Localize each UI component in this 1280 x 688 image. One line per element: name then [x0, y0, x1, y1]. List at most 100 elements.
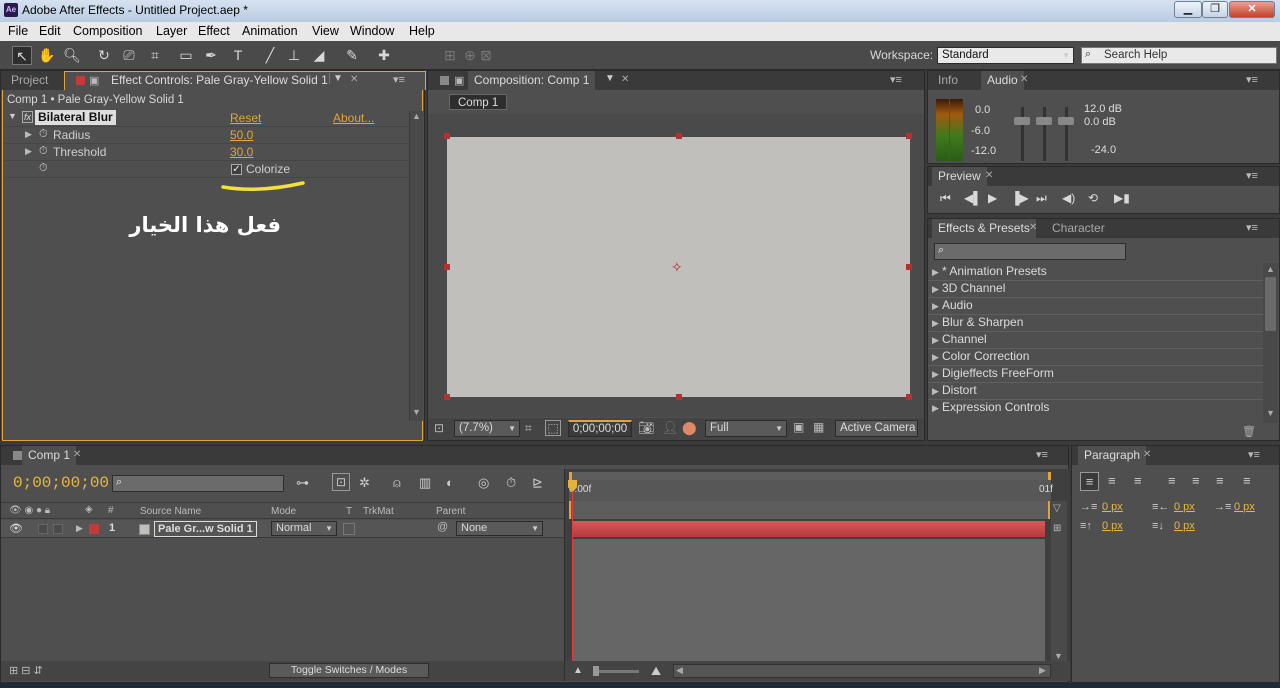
panel-menu-icon[interactable]: ▾≡: [1246, 221, 1258, 234]
close-tab-icon[interactable]: ✕: [1029, 222, 1037, 233]
scrollbar[interactable]: ▲ ▼: [409, 111, 423, 421]
panel-menu-icon[interactable]: ▾≡: [890, 73, 902, 86]
eraser-tool-icon[interactable]: ◢: [309, 46, 329, 65]
puppet-pin-tool-icon[interactable]: ✚: [374, 46, 394, 65]
menu-layer[interactable]: Layer: [156, 24, 187, 38]
layer-row[interactable]: 👁︎ ▶ 1 Pale Gr...w Solid 1 Normal @ None: [1, 520, 564, 538]
zoom-select[interactable]: (7.7%): [454, 420, 520, 437]
param-value[interactable]: 50.0: [230, 128, 253, 142]
frame-blending-icon[interactable]: ▥: [419, 475, 431, 491]
timeline-vertical-scrollbar[interactable]: ▽ ⊞ ▼: [1051, 501, 1067, 661]
pick-whip-icon[interactable]: @: [437, 521, 448, 533]
zoom-slider[interactable]: [593, 670, 639, 673]
handle-bottom[interactable]: [676, 394, 682, 400]
tab-paragraph[interactable]: Paragraph: [1078, 446, 1147, 465]
right-volume-slider[interactable]: [1058, 117, 1074, 125]
justify-left-icon[interactable]: ≡: [1168, 473, 1176, 488]
solo-switch[interactable]: [38, 524, 48, 534]
panel-menu-icon[interactable]: ▾≡: [1246, 73, 1258, 86]
menu-animation[interactable]: Animation: [242, 24, 298, 38]
tab-effect-controls[interactable]: Effect Controls: Pale Gray-Yellow Solid …: [105, 71, 334, 90]
about-link[interactable]: About...: [333, 111, 374, 125]
rectangle-tool-icon[interactable]: ▭: [176, 46, 196, 65]
master-volume-slider[interactable]: [1036, 117, 1052, 125]
blend-mode-select[interactable]: Normal: [271, 521, 337, 536]
view-lock-icon[interactable]: ▣: [89, 74, 99, 87]
layer-duration-bar[interactable]: [573, 521, 1045, 537]
panel-menu-icon[interactable]: ▾≡: [1246, 169, 1258, 182]
expand-triangle-icon[interactable]: ▶: [76, 523, 83, 534]
panel-dropdown-icon[interactable]: ▼: [329, 73, 343, 84]
axis-view-icon[interactable]: ⊠: [476, 46, 496, 65]
panel-menu-icon[interactable]: ▾≡: [393, 73, 405, 86]
type-tool-icon[interactable]: T: [228, 46, 248, 65]
brainstorm-icon[interactable]: ◎: [478, 475, 489, 491]
tab-info[interactable]: Info: [932, 71, 964, 90]
time-ruler[interactable]: 0:00f 01f: [569, 480, 1053, 501]
clone-stamp-tool-icon[interactable]: ⊥: [284, 46, 304, 65]
param-value[interactable]: 30.0: [230, 145, 253, 159]
tab-project[interactable]: Project: [5, 71, 54, 90]
close-tab-icon[interactable]: ✕: [350, 74, 358, 85]
indent-right-value[interactable]: 0 px: [1174, 501, 1195, 513]
effects-scrollbar[interactable]: ▲ ▼: [1263, 263, 1278, 423]
tab-effects-presets[interactable]: Effects & Presets: [932, 219, 1036, 238]
motion-blur-icon[interactable]: ◐: [446, 475, 454, 490]
lock-icon[interactable]: [440, 76, 449, 85]
list-item[interactable]: ▶ Digieffects FreeForm: [932, 365, 1054, 382]
stopwatch-icon[interactable]: ⏱: [39, 128, 48, 141]
region-interest-icon[interactable]: ▣: [793, 420, 804, 434]
list-item[interactable]: ▶ Audio: [932, 297, 973, 314]
space-before-value[interactable]: 0 px: [1102, 520, 1123, 532]
grid-icon[interactable]: ⌗: [525, 421, 532, 436]
lock-switch[interactable]: [53, 524, 63, 534]
align-right-icon[interactable]: ≡: [1134, 473, 1142, 488]
roto-brush-tool-icon[interactable]: ✎: [342, 46, 362, 65]
collapse-triangle-icon[interactable]: ▼: [8, 111, 17, 121]
close-tab-icon[interactable]: ✕: [1020, 74, 1028, 85]
justify-center-icon[interactable]: ≡: [1192, 473, 1200, 488]
effects-search-field[interactable]: ⌕: [934, 243, 1126, 260]
panel-menu-icon[interactable]: ▾≡: [1248, 448, 1260, 461]
handle-right[interactable]: [906, 264, 912, 270]
axis-local-icon[interactable]: ⊞: [440, 46, 460, 65]
left-volume-slider[interactable]: [1014, 117, 1030, 125]
handle-top-left[interactable]: [444, 133, 450, 139]
expand-triangle-icon[interactable]: ▶: [25, 129, 32, 140]
zoom-in-icon[interactable]: ⛰: [651, 664, 661, 679]
list-item[interactable]: ▶ Expression Controls: [932, 399, 1049, 416]
column-source-name[interactable]: Source Name: [140, 506, 201, 517]
show-snapshot-icon[interactable]: 👤︎: [662, 420, 679, 436]
close-tab-icon[interactable]: ✕: [73, 449, 81, 460]
align-left-icon[interactable]: ≡: [1080, 472, 1099, 491]
transparency-grid-icon[interactable]: ▦: [813, 420, 824, 434]
fx-badge[interactable]: fx: [22, 111, 34, 123]
handle-bottom-right[interactable]: [906, 394, 912, 400]
menu-view[interactable]: View: [312, 24, 339, 38]
resolution-select[interactable]: Full: [705, 420, 787, 437]
list-item[interactable]: ▶ Distort: [932, 382, 977, 399]
handle-top-right[interactable]: [906, 133, 912, 139]
workspace-select[interactable]: Standard: [937, 47, 1074, 64]
label-color[interactable]: [89, 524, 99, 534]
stopwatch-icon[interactable]: ⏱: [39, 145, 48, 158]
lock-icon[interactable]: [76, 76, 85, 85]
list-item[interactable]: ▶ Blur & Sharpen: [932, 314, 1023, 331]
hand-tool-icon[interactable]: ✋: [37, 46, 57, 65]
minimize-button[interactable]: ▁: [1174, 1, 1202, 18]
snapshot-icon[interactable]: 📷︎: [638, 420, 655, 436]
menu-file[interactable]: File: [8, 24, 28, 38]
layer-switches-icon[interactable]: ⊞ ⊟ ⇵: [9, 664, 43, 677]
ram-preview-icon[interactable]: ▶▮: [1114, 191, 1130, 205]
justify-all-icon[interactable]: ≡: [1243, 473, 1251, 488]
search-help-field[interactable]: ⌕ Search Help: [1081, 47, 1277, 64]
close-button[interactable]: ✕: [1229, 1, 1275, 18]
handle-top[interactable]: [676, 133, 682, 139]
layer-name[interactable]: Pale Gr...w Solid 1: [154, 521, 257, 537]
timeline-timecode[interactable]: 0;00;00;00: [13, 474, 109, 492]
menu-help[interactable]: Help: [409, 24, 435, 38]
panel-dropdown-icon[interactable]: ▼: [605, 73, 615, 84]
close-tab-icon[interactable]: ✕: [621, 74, 629, 85]
draft-3d-icon[interactable]: ✲: [359, 475, 370, 491]
toggle-switches-modes-button[interactable]: Toggle Switches / Modes: [269, 663, 429, 678]
